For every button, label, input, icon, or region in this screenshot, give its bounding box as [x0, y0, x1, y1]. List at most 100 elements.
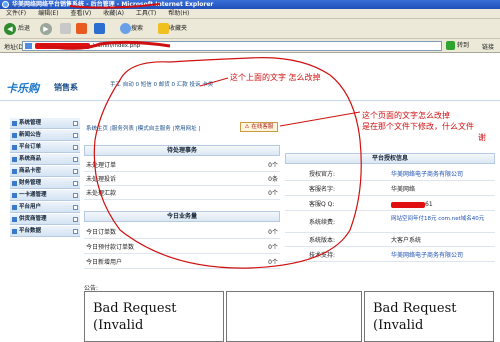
table-row: 今日预付款订单数 0个	[84, 241, 280, 254]
sidebar-item-label: 供货商管理	[19, 216, 47, 222]
online-service-button[interactable]: ⚠ 在线客服	[240, 122, 278, 132]
annotation-right-3: 谢	[478, 133, 486, 142]
sidebar-item-label: 商品卡密	[19, 168, 42, 174]
search-button[interactable]: 搜索	[120, 22, 143, 36]
info-value[interactable]: 华美网络电子商务有限公司	[391, 249, 463, 262]
tab-bar: 系统主页 |服务列表 |模式自主服务 |常用网址 |	[86, 124, 202, 133]
sidebar-item-products[interactable]: 系统商品	[10, 154, 80, 165]
sidebar-item-label: 平台订单	[19, 144, 42, 150]
qq-suffix: 61	[425, 201, 433, 208]
expand-icon	[73, 169, 78, 174]
page-icon	[25, 43, 32, 49]
sidebar-item-users[interactable]: 平台用户	[10, 202, 80, 213]
search-label: 搜索	[131, 25, 144, 32]
expand-icon	[73, 217, 78, 222]
go-label: 转到	[457, 42, 470, 49]
sidebar-item-card-keys[interactable]: 商品卡密	[10, 166, 80, 177]
menu-view[interactable]: 查看(V)	[70, 10, 91, 17]
tab-self-service[interactable]: |模式自主服务	[136, 126, 171, 132]
sidebar-item-data[interactable]: 平台数据	[10, 226, 80, 237]
bullet-icon	[12, 169, 17, 174]
info-key: 授权官方:	[309, 171, 336, 178]
bullet-icon	[12, 157, 17, 162]
sidebar-item-orders[interactable]: 平台订单	[10, 142, 80, 153]
expand-icon	[73, 121, 78, 126]
bullet-icon	[12, 181, 17, 186]
expand-icon	[73, 229, 78, 234]
error-frame-right: Bad Request (Invalid	[364, 291, 494, 342]
site-logo-subtitle: 销售系	[54, 83, 78, 92]
expand-icon	[73, 133, 78, 138]
sidebar-item-label: 系统商品	[19, 156, 42, 162]
favorites-label: 收藏夹	[169, 25, 188, 32]
expand-icon	[73, 145, 78, 150]
license-panel-title: 平台授权信息	[285, 153, 495, 164]
menu-file[interactable]: 文件(F)	[6, 10, 26, 17]
annotation-right-2: 是在那个文件下修改，什么文件	[362, 122, 474, 131]
tab-services[interactable]: |服务列表	[110, 126, 134, 132]
menu-bar: 文件(F) 编辑(E) 查看(V) 收藏(A) 工具(T) 帮助(H)	[0, 9, 500, 19]
row-label: 今日新增用户	[86, 259, 123, 266]
menu-favorites[interactable]: 收藏(A)	[103, 10, 124, 17]
stop-button[interactable]	[60, 22, 71, 36]
sidebar-item-system[interactable]: 系统管理	[10, 118, 80, 129]
go-button[interactable]: 转到	[446, 41, 482, 51]
bullet-icon	[12, 121, 17, 126]
bullet-icon	[12, 193, 17, 198]
expand-icon	[73, 157, 78, 162]
sidebar: 系统管理 新闻公告 平台订单 系统商品 商品卡密 财务管理 一卡通管理 平台用户…	[10, 118, 80, 250]
home-button[interactable]	[94, 22, 105, 36]
back-arrow-icon: ◀	[4, 22, 16, 35]
bullet-icon	[12, 205, 17, 210]
home-icon	[94, 23, 105, 34]
today-panel-title: 今日业务量	[84, 211, 280, 222]
bullet-icon	[12, 229, 17, 234]
links-label[interactable]: 链接	[482, 42, 494, 51]
search-icon	[120, 23, 131, 34]
back-label: 后退	[18, 25, 31, 32]
row-label: 今日预付款订单数	[86, 244, 135, 251]
bullet-icon	[12, 145, 17, 150]
stop-icon	[60, 23, 71, 34]
menu-tools[interactable]: 工具(T)	[136, 10, 156, 17]
sidebar-item-news[interactable]: 新闻公告	[10, 130, 80, 141]
go-arrow-icon	[446, 41, 455, 50]
annotation-right-1: 这个页面的文字怎么改掉	[362, 111, 450, 120]
info-value[interactable]: 华美网络电子商务有限公司	[391, 168, 463, 181]
redaction-mark	[391, 201, 425, 208]
row-value: 0个	[268, 259, 278, 266]
sidebar-item-label: 一卡通管理	[19, 192, 47, 198]
forward-arrow-icon: ▶	[40, 22, 52, 35]
info-key: 客服名字:	[309, 186, 336, 193]
url-text: /admin/index.php	[92, 43, 141, 49]
row-value: 0条	[268, 176, 278, 183]
address-bar: 地址(D) /admin/index.php 转到 链接	[0, 39, 500, 53]
bullet-icon	[12, 217, 17, 222]
info-row: 系统版本: 大客户系统	[285, 234, 495, 247]
table-row: 今日新增用户 0个	[84, 256, 280, 269]
favorites-button[interactable]: 收藏夹	[158, 22, 187, 36]
menu-edit[interactable]: 编辑(E)	[38, 10, 58, 17]
back-button[interactable]: ◀ 后退	[4, 22, 30, 36]
sidebar-item-label: 平台用户	[19, 204, 42, 210]
refresh-button[interactable]	[76, 22, 87, 36]
info-value: 61	[391, 198, 433, 211]
top-nav[interactable]: 手工 自动 0 短信 0 邮货 0 汇款 投诉 卡类	[110, 80, 213, 90]
tab-home[interactable]: 系统主页	[86, 126, 108, 132]
window-title: 华美网络网络平台销售系统 - 后台管理 - Microsoft Internet…	[12, 1, 214, 8]
menu-help[interactable]: 帮助(H)	[168, 10, 189, 17]
sidebar-item-onecard[interactable]: 一卡通管理	[10, 190, 80, 201]
row-value: 0个	[268, 162, 278, 169]
row-value: 0个	[268, 244, 278, 251]
info-value: 华美网络	[391, 186, 416, 193]
tab-links[interactable]: |常用网址	[173, 126, 197, 132]
url-input[interactable]: /admin/index.php	[22, 41, 442, 51]
info-value[interactable]: 网站空间年付18元 com.net域名40元	[391, 215, 491, 223]
table-row: 未处理投诉 0条	[84, 173, 280, 186]
info-key: 技术支持:	[309, 252, 336, 259]
sidebar-item-suppliers[interactable]: 供货商管理	[10, 214, 80, 225]
info-key: 系统续费:	[309, 219, 336, 226]
refresh-icon	[76, 23, 87, 34]
sidebar-item-finance[interactable]: 财务管理	[10, 178, 80, 189]
forward-button[interactable]: ▶	[40, 22, 54, 36]
